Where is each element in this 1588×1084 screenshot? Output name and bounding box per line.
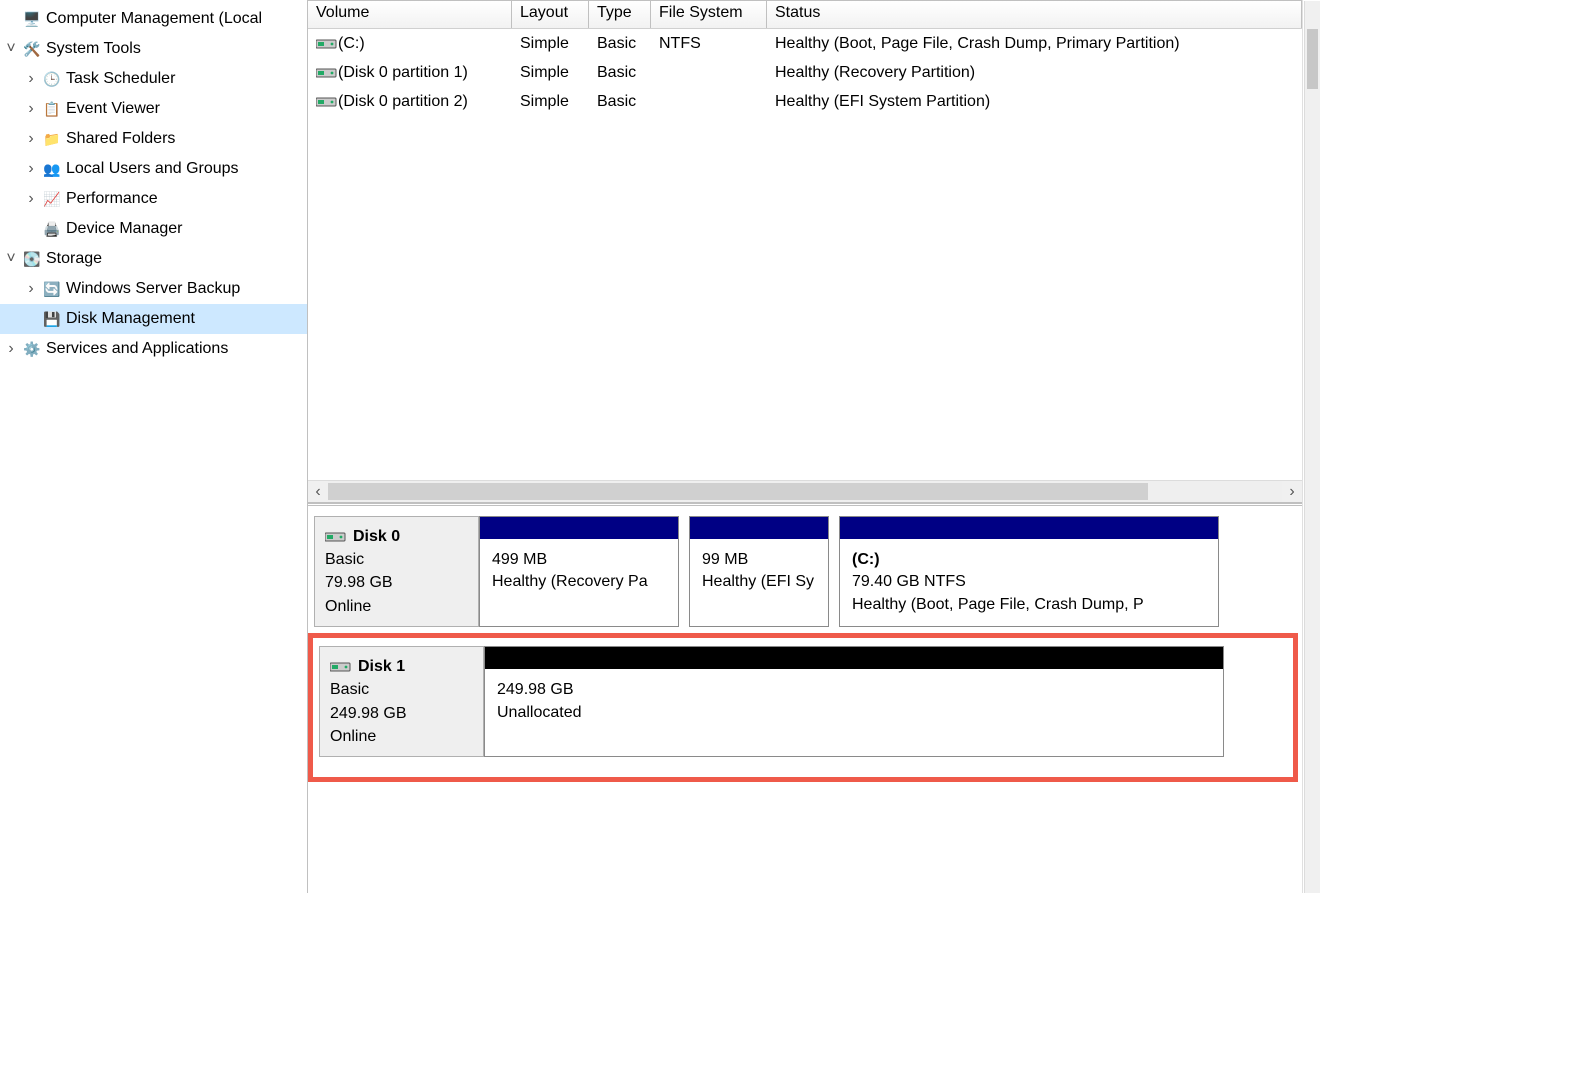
partition-color-bar (485, 647, 1223, 669)
partition-volume-name: (C:) (852, 549, 1206, 571)
performance-icon: 📈 (42, 189, 62, 209)
partition-size: 499 MB (492, 549, 666, 571)
volume-layout: Simple (512, 93, 589, 111)
col-header-type[interactable]: Type (589, 1, 651, 28)
volume-layout: Simple (512, 35, 589, 53)
storage-icon: 💽 (22, 249, 42, 269)
volume-status: Healthy (EFI System Partition) (767, 93, 1302, 111)
disk-row[interactable]: Disk 1Basic249.98 GBOnline249.98 GBUnall… (319, 646, 1287, 757)
col-header-fs[interactable]: File System (651, 1, 767, 28)
tree-shared-folders[interactable]: › 📁 Shared Folders (0, 124, 307, 154)
tree-performance[interactable]: › 📈 Performance (0, 184, 307, 214)
partition[interactable]: 499 MBHealthy (Recovery Pa (479, 516, 679, 627)
services-label: Services and Applications (46, 340, 228, 358)
volume-row[interactable]: (Disk 0 partition 1) SimpleBasic Healthy (… (308, 58, 1302, 87)
partition-status: Healthy (Recovery Pa (492, 571, 666, 593)
tree-root-label: Computer Management (Local (46, 10, 262, 28)
partition[interactable]: (C:)79.40 GB NTFSHealthy (Boot, Page Fil… (839, 516, 1219, 627)
volume-layout: Simple (512, 64, 589, 82)
unallocated-region[interactable]: 249.98 GBUnallocated (484, 646, 1224, 757)
col-header-layout[interactable]: Layout (512, 1, 589, 28)
volume-name: (Disk 0 partition 1) (338, 64, 468, 82)
disk-size: 79.98 GB (325, 571, 468, 594)
tree-storage[interactable]: ˅ 💽 Storage (0, 244, 307, 274)
col-header-volume[interactable]: Volume (308, 1, 512, 28)
volume-fs: NTFS (651, 35, 767, 53)
shared-folders-icon: 📁 (42, 129, 62, 149)
disk-label[interactable]: Disk 1Basic249.98 GBOnline (319, 646, 484, 757)
users-icon: 👥 (42, 159, 62, 179)
device-manager-icon: 🖨️ (42, 219, 62, 239)
disk-name: Disk 1 (358, 655, 405, 678)
tree-server-backup[interactable]: › 🔄 Windows Server Backup (0, 274, 307, 304)
drive-icon (316, 95, 338, 109)
disk-state: Online (325, 595, 468, 618)
partition-size: 99 MB (702, 549, 816, 571)
volume-type: Basic (589, 93, 651, 111)
partition-color-bar (480, 517, 678, 539)
partition-color-bar (840, 517, 1218, 539)
vertical-scrollbar[interactable] (1304, 1, 1320, 893)
partition-status: Healthy (EFI Sy (702, 571, 816, 593)
tree-event-viewer[interactable]: › 📋 Event Viewer (0, 94, 307, 124)
col-header-status[interactable]: Status (767, 1, 1302, 28)
tree-disk-management[interactable]: › 💾 Disk Management (0, 304, 307, 334)
volume-list-header[interactable]: Volume Layout Type File System Status (308, 1, 1302, 29)
drive-icon (316, 37, 338, 51)
scroll-left-icon[interactable]: ‹ (308, 481, 328, 502)
partition-size: 249.98 GB (497, 679, 1211, 701)
navigation-tree[interactable]: ▾ 🖥️ Computer Management (Local ˅ 🛠️ Sys… (0, 0, 308, 893)
tree-local-users[interactable]: › 👥 Local Users and Groups (0, 154, 307, 184)
services-icon: ⚙️ (22, 339, 42, 359)
tree-root[interactable]: ▾ 🖥️ Computer Management (Local (0, 4, 307, 34)
volume-row[interactable]: (Disk 0 partition 2) SimpleBasic Healthy (… (308, 87, 1302, 116)
disk-map-panel: Disk 0Basic79.98 GBOnline499 MBHealthy (… (308, 503, 1302, 893)
partition-color-bar (690, 517, 828, 539)
scroll-thumb[interactable] (328, 483, 1148, 500)
disk-type: Basic (325, 548, 468, 571)
volume-status: Healthy (Recovery Partition) (767, 64, 1302, 82)
computer-management-icon: 🖥️ (22, 9, 42, 29)
partition-status: Unallocated (497, 702, 1211, 724)
disk-row[interactable]: Disk 0Basic79.98 GBOnline499 MBHealthy (… (314, 516, 1294, 627)
partition[interactable]: 99 MBHealthy (EFI Sy (689, 516, 829, 627)
disk-name: Disk 0 (353, 525, 400, 548)
drive-icon (325, 530, 347, 544)
system-tools-label: System Tools (46, 40, 141, 58)
volume-status: Healthy (Boot, Page File, Crash Dump, Pr… (767, 35, 1302, 53)
volume-row[interactable]: (C:) SimpleBasicNTFSHealthy (Boot, Page F… (308, 29, 1302, 58)
tree-services-apps[interactable]: › ⚙️ Services and Applications (0, 334, 307, 364)
disk-state: Online (330, 725, 473, 748)
disk-type: Basic (330, 678, 473, 701)
volume-type: Basic (589, 35, 651, 53)
partition-size: 79.40 GB NTFS (852, 571, 1206, 593)
scroll-right-icon[interactable]: › (1282, 481, 1302, 502)
tree-task-scheduler[interactable]: › 🕒 Task Scheduler (0, 64, 307, 94)
tree-system-tools[interactable]: ˅ 🛠️ System Tools (0, 34, 307, 64)
backup-icon: 🔄 (42, 279, 62, 299)
disk-size: 249.98 GB (330, 702, 473, 725)
volume-name: (C:) (338, 35, 365, 53)
tree-device-manager[interactable]: › 🖨️ Device Manager (0, 214, 307, 244)
volume-name: (Disk 0 partition 2) (338, 93, 468, 111)
disk-label[interactable]: Disk 0Basic79.98 GBOnline (314, 516, 479, 627)
horizontal-scrollbar[interactable]: ‹ › (308, 480, 1302, 502)
highlight-annotation: Disk 1Basic249.98 GBOnline249.98 GBUnall… (308, 633, 1298, 782)
partition-status: Healthy (Boot, Page File, Crash Dump, P (852, 594, 1206, 616)
drive-icon (330, 660, 352, 674)
storage-label: Storage (46, 250, 102, 268)
system-tools-icon: 🛠️ (22, 39, 42, 59)
drive-icon (316, 66, 338, 80)
task-scheduler-icon: 🕒 (42, 69, 62, 89)
event-viewer-icon: 📋 (42, 99, 62, 119)
disk-management-icon: 💾 (42, 309, 62, 329)
volume-list[interactable]: Volume Layout Type File System Status (C… (308, 1, 1302, 503)
volume-type: Basic (589, 64, 651, 82)
